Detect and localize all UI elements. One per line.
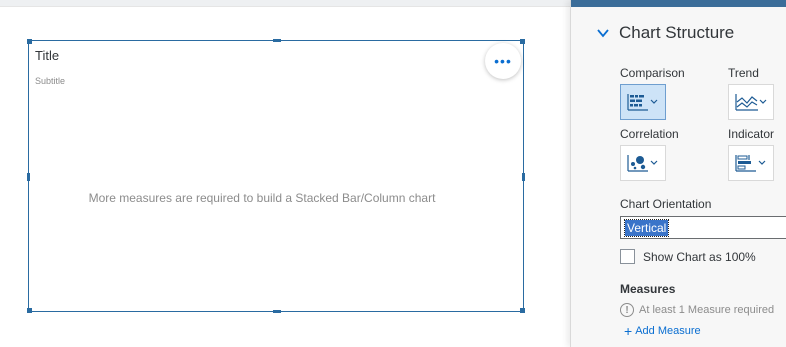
chart-orientation-select[interactable]: Vertical	[620, 216, 786, 239]
chart-title[interactable]: Title	[35, 48, 59, 63]
measures-required-notice: ! At least 1 Measure required	[620, 303, 774, 317]
more-icon: •••	[494, 53, 512, 69]
canvas-top-strip	[0, 0, 570, 7]
section-title: Chart Structure	[619, 23, 735, 42]
resize-handle-top-right[interactable]	[520, 39, 525, 44]
chart-structure-header[interactable]: Chart Structure	[596, 23, 734, 43]
show-100-percent-label: Show Chart as 100%	[643, 249, 756, 264]
builder-panel: Chart Structure Comparison Trend Correla…	[570, 0, 786, 347]
info-icon: !	[620, 303, 634, 317]
plus-icon: +	[624, 323, 633, 339]
show-100-percent-checkbox[interactable]	[620, 249, 635, 264]
measures-required-text: At least 1 Measure required	[639, 304, 775, 316]
chart-orientation-label: Chart Orientation	[620, 197, 712, 211]
chart-type-indicator-button[interactable]	[728, 145, 774, 181]
chevron-down-icon	[597, 29, 609, 38]
area-chart-icon	[735, 94, 767, 111]
chart-subtitle[interactable]: Subtitle	[35, 76, 65, 86]
resize-handle-top-left[interactable]	[27, 39, 32, 44]
resize-handle-bottom-left[interactable]	[27, 308, 32, 313]
resize-handle-left[interactable]	[27, 173, 30, 181]
chart-type-trend-button[interactable]	[728, 84, 774, 120]
chart-type-label-indicator: Indicator	[728, 127, 775, 141]
add-measure-label: Add Measure	[635, 325, 701, 337]
chart-orientation-value: Vertical	[623, 219, 670, 237]
measures-heading: Measures	[620, 282, 676, 296]
add-measure-button[interactable]: + Add Measure	[624, 324, 701, 338]
chart-type-correlation-button[interactable]	[620, 145, 666, 181]
bubble-chart-icon	[627, 155, 658, 172]
chart-type-label-trend: Trend	[728, 66, 759, 80]
stacked-bar-icon	[627, 94, 658, 111]
chart-type-label-comparison: Comparison	[620, 66, 685, 80]
resize-handle-bottom-right[interactable]	[520, 308, 525, 313]
more-options-button[interactable]: •••	[485, 43, 521, 79]
empty-chart-message: More measures are required to build a St…	[88, 191, 436, 205]
panel-top-bar	[571, 0, 786, 7]
resize-handle-bottom[interactable]	[273, 310, 281, 313]
show-100-percent-option[interactable]: Show Chart as 100%	[620, 249, 756, 264]
chart-widget[interactable]: Title Subtitle ••• More measures are req…	[27, 39, 525, 313]
chart-type-comparison-button[interactable]	[620, 84, 666, 120]
bullet-chart-icon	[735, 155, 766, 172]
chart-type-label-correlation: Correlation	[620, 127, 679, 141]
resize-handle-right[interactable]	[522, 173, 525, 181]
resize-handle-top[interactable]	[273, 39, 281, 42]
